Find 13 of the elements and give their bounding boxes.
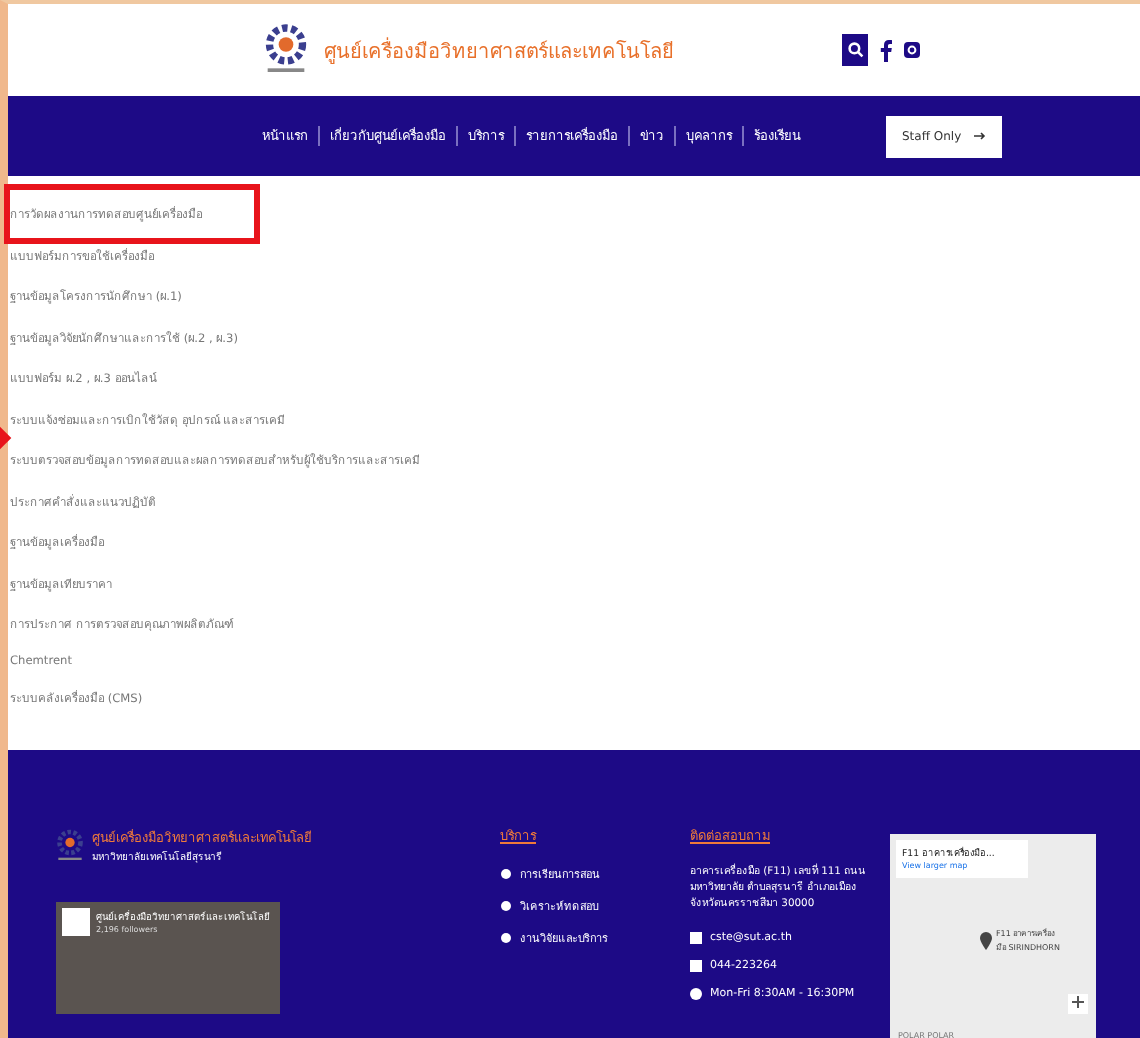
instagram-icon[interactable] [904, 42, 920, 58]
site-title: ศูนย์เครื่องมือวิทยาศาสตร์และเทคโนโลยี [324, 35, 676, 65]
page-avatar [62, 908, 90, 936]
facebook-icon[interactable] [880, 39, 892, 61]
service-icon [500, 900, 512, 912]
zoom-in-icon[interactable] [1068, 994, 1088, 1014]
arrow-icon [973, 132, 986, 140]
service-icon [500, 868, 512, 880]
service-icon [500, 932, 512, 944]
gear-logo-icon [56, 826, 84, 866]
gear-logo-icon [264, 22, 308, 78]
search-icon[interactable] [842, 34, 868, 66]
map-pin-icon [980, 931, 992, 949]
